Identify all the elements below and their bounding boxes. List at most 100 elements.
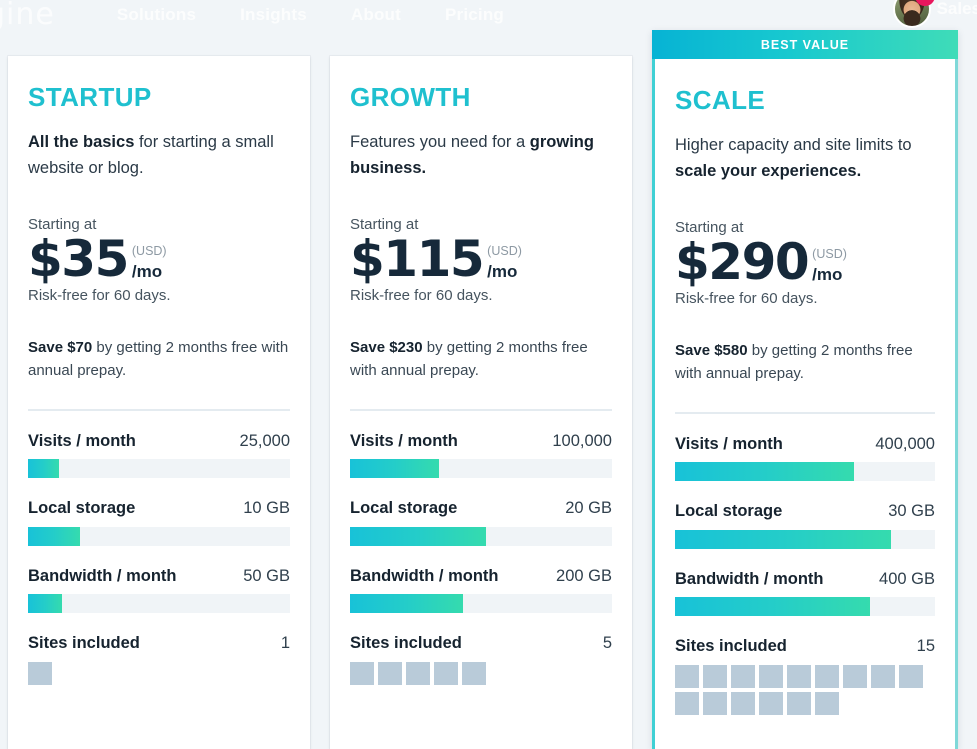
feature-row: Bandwidth / month400 GB	[675, 571, 935, 617]
price-currency-note: (USD)	[812, 248, 847, 261]
plan-name-growth: GROWTH	[350, 84, 612, 110]
feature-header: Sites included 15	[675, 638, 935, 655]
site-square	[462, 662, 486, 685]
feature-header: Visits / month 400,000	[675, 436, 935, 453]
feature-meter-fill	[28, 459, 59, 478]
site-square	[731, 665, 755, 688]
site-square	[759, 665, 783, 688]
feature-meter-track	[350, 527, 612, 546]
plan-description-startup: All the basics for starting a small webs…	[28, 129, 290, 181]
sites-included-squares	[350, 662, 612, 685]
site-square	[675, 665, 699, 688]
site-square	[28, 662, 52, 685]
feature-label: Bandwidth / month	[675, 571, 823, 588]
feature-header: Sites included5	[350, 635, 612, 652]
pricing-plans-grid: STARTUP All the basics for starting a sma…	[0, 0, 977, 749]
feature-row: Bandwidth / month50 GB	[28, 568, 290, 614]
feature-label: Local storage	[28, 500, 135, 517]
annual-savings-note: Save $580 by getting 2 months free with …	[675, 339, 935, 386]
feature-meter-track	[28, 459, 290, 478]
feature-value: 100,000	[552, 433, 612, 450]
plan-description-emphasis: All the basics	[28, 133, 134, 151]
plan-description-emphasis: scale your experiences.	[675, 162, 861, 180]
site-square	[675, 692, 699, 715]
price-suffix: (USD) /mo	[132, 245, 167, 283]
annual-savings-note: Save $70 by getting 2 months free with a…	[28, 336, 290, 383]
feature-meter-fill	[675, 462, 854, 481]
price-suffix: (USD) /mo	[812, 248, 847, 286]
plan-card-growth[interactable]: GROWTH Features you need for a growing bu…	[330, 56, 632, 749]
feature-meter-track	[28, 527, 290, 546]
feature-row: Visits / month 400,000	[675, 436, 935, 482]
plan-description-growth: Features you need for a growing business…	[350, 129, 612, 181]
site-square	[815, 692, 839, 715]
feature-value: 30 GB	[888, 503, 935, 520]
feature-value: 20 GB	[565, 500, 612, 517]
section-divider	[28, 409, 290, 411]
plan-description-rest: Higher capacity and site limits to	[675, 136, 912, 154]
feature-meter-track	[675, 462, 935, 481]
feature-value: 50 GB	[243, 568, 290, 585]
feature-header: Local storage30 GB	[675, 503, 935, 520]
feature-row: Bandwidth / month 200 GB	[350, 568, 612, 614]
site-square	[815, 665, 839, 688]
feature-value: 200 GB	[556, 568, 612, 585]
plan-name-startup: STARTUP	[28, 84, 290, 110]
site-square	[899, 665, 923, 688]
site-square	[759, 692, 783, 715]
site-square	[843, 665, 867, 688]
sites-included-squares	[28, 662, 290, 685]
feature-label: Visits / month	[28, 433, 136, 450]
price-per-month: /mo	[812, 266, 847, 283]
site-square	[350, 662, 374, 685]
plan-description-rest: Features you need for a	[350, 133, 530, 151]
plan-card-inner: STARTUP All the basics for starting a sma…	[8, 84, 310, 685]
feature-header: Local storage 10 GB	[28, 500, 290, 517]
feature-meter-track	[350, 459, 612, 478]
price-amount-startup: $35	[28, 236, 128, 282]
price-currency-note: (USD)	[132, 245, 167, 258]
risk-free-note: Risk-free for 60 days.	[350, 288, 612, 303]
annual-savings-note: Save $230 by getting 2 months free with …	[350, 336, 612, 383]
feature-meter-fill	[28, 594, 62, 613]
annual-savings-amount: Save $70	[28, 339, 92, 356]
feature-label: Sites included	[675, 638, 787, 655]
site-square	[703, 692, 727, 715]
feature-row: Visits / month 100,000	[350, 433, 612, 479]
site-square	[731, 692, 755, 715]
site-square	[703, 665, 727, 688]
feature-label: Visits / month	[350, 433, 458, 450]
section-divider	[675, 412, 935, 414]
feature-header: Bandwidth / month 200 GB	[350, 568, 612, 585]
risk-free-note: Risk-free for 60 days.	[28, 288, 290, 303]
annual-savings-amount: Save $580	[675, 342, 748, 359]
price-per-month: /mo	[132, 263, 167, 280]
feature-meter-fill	[350, 459, 439, 478]
feature-value: 15	[917, 638, 935, 655]
feature-label: Sites included	[28, 635, 140, 652]
feature-header: Sites included 1	[28, 635, 290, 652]
feature-meter-fill	[28, 527, 80, 546]
plan-card-startup[interactable]: STARTUP All the basics for starting a sma…	[8, 56, 310, 749]
feature-value: 10 GB	[243, 500, 290, 517]
price-per-month: /mo	[487, 263, 522, 280]
plan-card-scale[interactable]: SCALEHigher capacity and site limits to …	[652, 30, 958, 749]
feature-value: 25,000	[240, 433, 290, 450]
feature-value: 400,000	[875, 436, 935, 453]
feature-header: Local storage20 GB	[350, 500, 612, 517]
best-value-banner: BEST VALUE	[652, 30, 958, 59]
feature-meter-track	[28, 594, 290, 613]
feature-label: Bandwidth / month	[350, 568, 498, 585]
feature-header: Visits / month 100,000	[350, 433, 612, 450]
site-square	[378, 662, 402, 685]
site-square	[406, 662, 430, 685]
price-row: $35 (USD) /mo	[28, 236, 290, 282]
annual-savings-amount: Save $230	[350, 339, 423, 356]
price-row: $290(USD)/mo	[675, 239, 935, 285]
feature-value: 1	[281, 635, 290, 652]
feature-row: Local storage20 GB	[350, 500, 612, 546]
plan-description-scale: Higher capacity and site limits to scale…	[675, 132, 935, 184]
risk-free-note: Risk-free for 60 days.	[675, 291, 935, 306]
feature-label: Visits / month	[675, 436, 783, 453]
feature-row: Local storage30 GB	[675, 503, 935, 549]
